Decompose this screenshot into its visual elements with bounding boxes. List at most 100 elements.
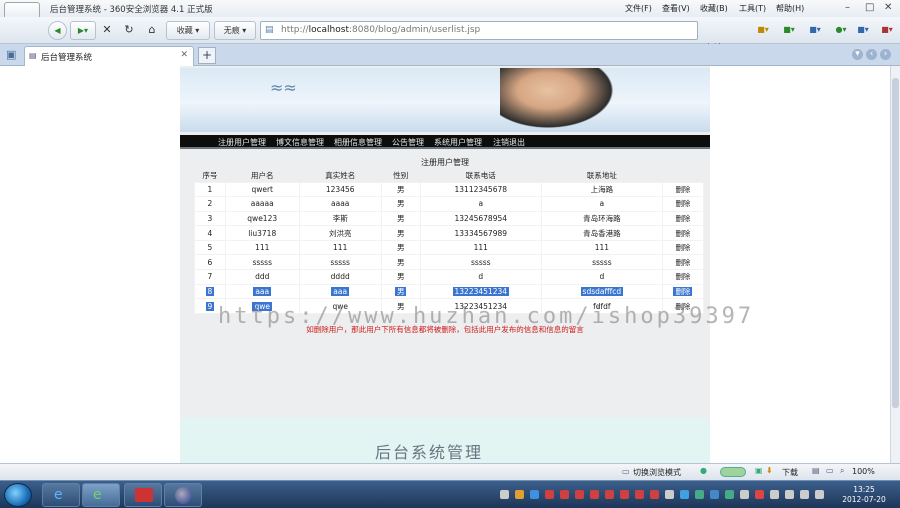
cell-username: qwert xyxy=(224,181,300,198)
stop-icon[interactable]: ✕ xyxy=(98,21,116,40)
tray-icon[interactable] xyxy=(530,490,539,499)
start-button[interactable] xyxy=(4,483,32,507)
app-icon[interactable]: ■▾ xyxy=(778,21,800,40)
delete-link[interactable]: 删除 xyxy=(661,196,705,212)
nav-albums[interactable]: 相册信息管理 xyxy=(334,137,382,148)
tray-icon[interactable] xyxy=(710,490,719,499)
qq-icon[interactable] xyxy=(605,490,614,499)
safety-icon[interactable]: ● xyxy=(700,466,707,475)
cell-address: 111 xyxy=(540,239,663,256)
tray-icon[interactable] xyxy=(725,490,734,499)
forward-icon[interactable]: ▶▾ xyxy=(70,21,96,40)
delete-link[interactable]: 删除 xyxy=(661,181,705,198)
incognito-button[interactable]: 无痕 ▾ xyxy=(214,21,256,40)
delete-link[interactable]: 删除 xyxy=(661,225,705,241)
sidebar-toggle-icon[interactable]: ▣ xyxy=(6,48,16,61)
safe-icon[interactable]: ●▾ xyxy=(830,21,852,40)
flag-icon[interactable] xyxy=(815,490,824,499)
nav-announcements[interactable]: 公告管理 xyxy=(392,137,424,148)
address-bar[interactable]: ▤ http://localhost:8080/blog/admin/userl… xyxy=(260,21,698,40)
tray-icon[interactable] xyxy=(695,490,704,499)
status-tool-icon[interactable]: ▤ xyxy=(812,466,820,475)
nav-blog-posts[interactable]: 博文信息管理 xyxy=(276,137,324,148)
close-icon[interactable]: ✕ xyxy=(884,2,892,13)
nav-logout[interactable]: 注销退出 xyxy=(493,137,525,148)
tray-icon[interactable] xyxy=(665,490,674,499)
banner-logo: ≈≈ xyxy=(270,78,297,97)
tool-icon[interactable]: ■▾ xyxy=(804,21,826,40)
speed-toggle[interactable] xyxy=(720,467,746,477)
cell-username: sssss xyxy=(224,254,300,271)
tab-next-icon[interactable]: › xyxy=(880,49,891,60)
system-clock[interactable]: 13:25 2012-07-20 xyxy=(834,485,894,505)
vertical-scrollbar[interactable] xyxy=(890,66,900,463)
delete-link-text: 删除 xyxy=(673,286,693,296)
extension-icon[interactable]: ■▾ xyxy=(752,21,774,40)
back-icon[interactable]: ◀ xyxy=(48,21,67,40)
qq-icon[interactable] xyxy=(545,490,554,499)
download-button[interactable]: 下载 xyxy=(782,467,798,478)
qq-icon[interactable] xyxy=(620,490,629,499)
app-taskbar-icon[interactable] xyxy=(124,483,162,507)
volume-icon[interactable] xyxy=(800,490,809,499)
qq-icon[interactable] xyxy=(590,490,599,499)
cell-index: 6 xyxy=(194,254,226,271)
qq-icon[interactable] xyxy=(560,490,569,499)
table-row: 6 sssss sssss 男 sssss sssss 删除 xyxy=(194,254,705,271)
tray-icon[interactable] xyxy=(680,490,689,499)
qq-icon[interactable] xyxy=(635,490,644,499)
restore-button[interactable]: 收藏 ▾ xyxy=(166,21,210,40)
tray-icon[interactable] xyxy=(515,490,524,499)
tray-icon[interactable] xyxy=(755,490,764,499)
cell-address: 青岛香港路 xyxy=(540,225,663,241)
nav-system-users[interactable]: 系统用户管理 xyxy=(434,137,482,148)
zoom-icon[interactable]: ⌕ xyxy=(840,466,844,476)
delete-link[interactable]: 删除 xyxy=(661,269,705,285)
status-window-icon[interactable]: ▭ xyxy=(826,466,834,475)
home-icon[interactable]: ⌂ xyxy=(143,21,161,40)
nav-registered-users[interactable]: 注册用户管理 xyxy=(218,137,266,148)
refresh-icon[interactable]: ↻ xyxy=(120,21,138,40)
translate-icon[interactable]: ■▾ xyxy=(852,21,874,40)
watermark-text: https://www.huzhan.com/ishop39397 xyxy=(218,304,755,329)
new-tab-button[interactable]: + xyxy=(198,47,216,64)
scrollbar-thumb[interactable] xyxy=(892,78,899,408)
menu-help[interactable]: 帮助(H) xyxy=(776,3,804,14)
tab-list-icon[interactable]: ▾ xyxy=(852,49,863,60)
delete-link[interactable]: 删除 xyxy=(661,210,705,227)
cell-index: 4 xyxy=(194,225,226,241)
qq-icon[interactable] xyxy=(575,490,584,499)
menu-favorites[interactable]: 收藏(B) xyxy=(700,3,728,14)
tab-close-icon[interactable]: ✕ xyxy=(180,50,188,60)
tab-admin[interactable]: ▤ 后台管理系统 ✕ xyxy=(24,46,194,66)
browser-taskbar-icon[interactable]: e xyxy=(82,483,120,507)
table-header-row: 序号 用户名 真实姓名 性别 联系电话 联系地址 xyxy=(195,170,704,182)
download-arrow-icon: ⬇ xyxy=(766,466,773,475)
header-username: 用户名 xyxy=(250,171,274,181)
cell-phone: 13334567989 xyxy=(419,225,542,241)
cell-gender: 男 xyxy=(380,210,421,227)
tray-icon[interactable] xyxy=(500,490,509,499)
qq-icon[interactable] xyxy=(650,490,659,499)
minimize-icon[interactable]: – xyxy=(845,2,850,13)
delete-link[interactable]: 删除 xyxy=(661,254,705,271)
cell-gender: 男 xyxy=(380,239,421,256)
menu-tools[interactable]: 工具(T) xyxy=(739,3,766,14)
menu-file[interactable]: 文件(F) xyxy=(625,3,652,14)
network-icon[interactable] xyxy=(785,490,794,499)
tray-icon[interactable] xyxy=(770,490,779,499)
menu-view[interactable]: 查看(V) xyxy=(662,3,690,14)
header-address: 联系地址 xyxy=(586,171,617,181)
delete-link[interactable]: 删除 xyxy=(661,239,705,256)
maximize-icon[interactable]: □ xyxy=(865,2,874,13)
browse-mode-toggle[interactable]: 切换浏览模式 xyxy=(633,467,681,478)
banner-photo xyxy=(500,68,620,132)
more-icon[interactable]: ■▾ xyxy=(876,21,898,40)
eclipse-taskbar-icon[interactable] xyxy=(164,483,202,507)
ie-taskbar-icon[interactable]: e xyxy=(42,483,80,507)
tray-icon[interactable] xyxy=(740,490,749,499)
delete-link[interactable]: 删除 xyxy=(661,283,705,300)
window-titlebar: 后台管理系统 - 360安全浏览器 4.1 正式版 文件(F) 查看(V) 收藏… xyxy=(0,0,900,38)
tab-prev-icon[interactable]: ‹ xyxy=(866,49,877,60)
zoom-level[interactable]: 100% xyxy=(852,467,875,476)
